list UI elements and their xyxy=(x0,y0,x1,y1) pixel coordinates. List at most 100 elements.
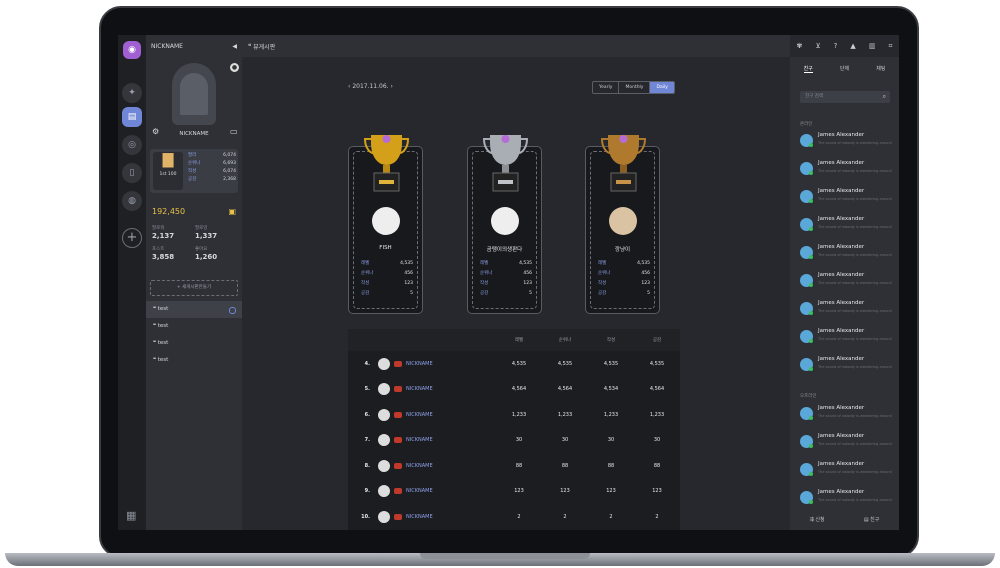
winner-stats: 레벨 4,535 순위나 456 작성 123 공감 5 xyxy=(480,261,532,296)
rail-icon-game[interactable]: ✦ xyxy=(122,83,142,103)
table-row[interactable]: 4. NICKNAME 4,535 4,535 4,535 4,535 xyxy=(348,351,680,377)
friend-status: The sound of nobody is wandering around xyxy=(818,281,892,285)
friend-status: The sound of nobody is wandering around xyxy=(818,442,892,446)
app-logo-icon[interactable]: ◉ xyxy=(123,41,141,59)
avatar[interactable] xyxy=(172,63,216,125)
rank-card-3[interactable]: 깡냥이 레벨 4,535 순위나 456 작성 123 공감 5 xyxy=(585,135,660,314)
next-date-button[interactable]: › xyxy=(389,83,392,90)
level-badge-icon xyxy=(394,513,402,520)
megaphone-icon[interactable]: ◀ xyxy=(232,43,237,50)
wallet-icon[interactable]: ▣ xyxy=(228,207,236,216)
ranking-content: ‹ 2017.11.06. › Yearly Monthly Daily FIS… xyxy=(242,57,790,530)
board-item[interactable]: ❝ test xyxy=(146,335,242,352)
board-item[interactable]: ❝ test xyxy=(146,318,242,335)
pet-avatar xyxy=(372,207,400,235)
rail-icon-board[interactable]: ▤ xyxy=(122,107,142,127)
user-avatar xyxy=(378,383,390,396)
date-nav: ‹ 2017.11.06. › xyxy=(348,83,393,90)
user-avatar xyxy=(378,434,390,447)
camera-icon[interactable]: ● xyxy=(230,63,239,72)
user-avatar xyxy=(378,459,390,472)
friend-item[interactable]: James Alexander The sound of nobody is wa… xyxy=(800,130,896,150)
level-badge-icon xyxy=(394,411,402,418)
online-dot xyxy=(809,283,813,287)
table-row[interactable]: 5. NICKNAME 4,564 4,564 4,534 4,564 xyxy=(348,377,680,403)
friend-item[interactable]: James Alexander The sound of nobody is wa… xyxy=(800,354,896,374)
bell-icon[interactable]: ▲ xyxy=(850,42,855,50)
app-screen: ◉ ✦ ▤ ◎ ▯ ◍ + ▦ NICKNAME ◀ ● ⚙ ▭ NICKNAM… xyxy=(118,35,899,530)
table-row[interactable]: 9. NICKNAME 123 123 123 123 xyxy=(348,479,680,505)
table-row[interactable]: 7. NICKNAME 30 30 30 30 xyxy=(348,428,680,454)
yearly-button[interactable]: Yearly xyxy=(593,82,620,93)
bronze-trophy-icon xyxy=(600,135,647,192)
friend-name: James Alexander xyxy=(818,328,865,334)
tab-chat[interactable]: 채팅 xyxy=(876,65,885,73)
profile-stat-box: ▇ 1st 100 팔러 6,074 순위나 6,693 작성 6,074 공감 2,36… xyxy=(150,149,238,193)
search-icon[interactable]: ⌕ xyxy=(883,91,886,103)
right-bottom-bar: ⇶ 신청 ▤ 친구 xyxy=(790,508,899,530)
user-avatar xyxy=(378,357,390,370)
online-section-label: 온라인 xyxy=(800,122,813,127)
friend-item[interactable]: James Alexander The sound of nobody is wa… xyxy=(800,270,896,290)
help-icon[interactable]: ? xyxy=(834,42,838,50)
winner-name: 곰탱이의생판다 xyxy=(486,247,523,253)
rail-icon-headset[interactable]: ◎ xyxy=(122,135,142,155)
friend-name: James Alexander xyxy=(818,244,865,250)
online-dot xyxy=(809,311,813,315)
friend-item[interactable]: James Alexander The sound of nobody is wa… xyxy=(800,403,896,423)
add-server-button[interactable]: + xyxy=(122,228,142,248)
expand-icon[interactable]: ⌗ xyxy=(888,42,892,51)
profile-nickname: NICKNAME xyxy=(179,131,209,137)
friend-item[interactable]: James Alexander The sound of nobody is wa… xyxy=(800,326,896,346)
monthly-button[interactable]: Monthly xyxy=(619,82,651,93)
friend-item[interactable]: James Alexander The sound of nobody is wa… xyxy=(800,242,896,262)
right-panel: ✾ ⊻? ▲ ▥ ⌗ 친구 단체 채팅 친구 검색 ⌕ 온라인 오프라인 James Al… xyxy=(790,35,899,530)
friend-item[interactable]: James Alexander The sound of nobody is wa… xyxy=(800,459,896,479)
friend-search-input[interactable]: 친구 검색 ⌕ xyxy=(800,91,890,103)
online-dot xyxy=(809,199,813,203)
friends-button[interactable]: ▤ 친구 xyxy=(864,516,880,523)
friend-item[interactable]: James Alexander The sound of nobody is wa… xyxy=(800,298,896,318)
user-avatar xyxy=(378,408,390,421)
online-dot xyxy=(809,472,813,476)
cart-icon[interactable]: ⊻ xyxy=(815,42,820,50)
period-toggle: Yearly Monthly Daily xyxy=(592,81,675,94)
friend-status: The sound of nobody is wandering around xyxy=(818,470,892,474)
friend-item[interactable]: James Alexander The sound of nobody is wa… xyxy=(800,186,896,206)
rank-card-1[interactable]: FISH 레벨 4,535 순위나 456 작성 123 공감 5 xyxy=(348,135,423,314)
grid-menu-icon[interactable]: ▦ xyxy=(126,509,136,522)
rail-icon-doc[interactable]: ▯ xyxy=(122,163,142,183)
ranking-table: 레벨 순위나 작성 공감 4. NICKNAME 4,535 4,535 4,535 4,… xyxy=(348,329,680,530)
friend-item[interactable]: James Alexander The sound of nobody is wa… xyxy=(800,487,896,507)
winner-name: FISH xyxy=(379,245,392,251)
game-icon[interactable]: ✾ xyxy=(797,42,803,50)
pet-avatar xyxy=(491,207,519,235)
table-row[interactable]: 10. NICKNAME 2 2 2 2 xyxy=(348,504,680,530)
rail-icon-controller[interactable]: ◍ xyxy=(122,191,142,211)
pet-avatar xyxy=(609,207,637,235)
server-rail: ◉ ✦ ▤ ◎ ▯ ◍ + ▦ xyxy=(118,35,146,530)
table-row[interactable]: 8. NICKNAME 88 88 88 88 xyxy=(348,453,680,479)
board-item[interactable]: ❝ test xyxy=(146,301,242,318)
friend-item[interactable]: James Alexander The sound of nobody is wa… xyxy=(800,431,896,451)
profile-counts: 팔로워 2,137 팔로잉 1,337 포스트 3,858 좋아요 1,260 xyxy=(152,226,218,261)
friend-item[interactable]: James Alexander The sound of nobody is wa… xyxy=(800,158,896,178)
table-header: 레벨 순위나 작성 공감 xyxy=(348,329,680,351)
trash-icon[interactable]: ▥ xyxy=(869,42,876,50)
online-dot xyxy=(809,171,813,175)
request-button[interactable]: ⇶ 신청 xyxy=(810,516,825,523)
tab-friends[interactable]: 친구 xyxy=(803,65,813,73)
winner-name: 깡냥이 xyxy=(614,247,631,253)
grade-label: 1st 100 xyxy=(159,172,177,177)
tab-groups[interactable]: 단체 xyxy=(840,65,849,73)
new-board-button[interactable]: + 새게시판만들기 xyxy=(150,280,238,296)
online-dot xyxy=(809,367,813,371)
board-list: ❝ test ❝ test ❝ test ❝ test xyxy=(146,301,242,369)
silver-trophy-icon xyxy=(482,135,529,192)
table-row[interactable]: 6. NICKNAME 1,233 1,233 1,233 1,233 xyxy=(348,402,680,428)
friend-item[interactable]: James Alexander The sound of nobody is wa… xyxy=(800,214,896,234)
rank-card-2[interactable]: 곰탱이의생판다 레벨 4,535 순위나 456 작성 123 공감 5 xyxy=(467,135,542,314)
board-item[interactable]: ❝ test xyxy=(146,352,242,369)
daily-button[interactable]: Daily xyxy=(650,82,674,93)
online-dot xyxy=(809,143,813,147)
